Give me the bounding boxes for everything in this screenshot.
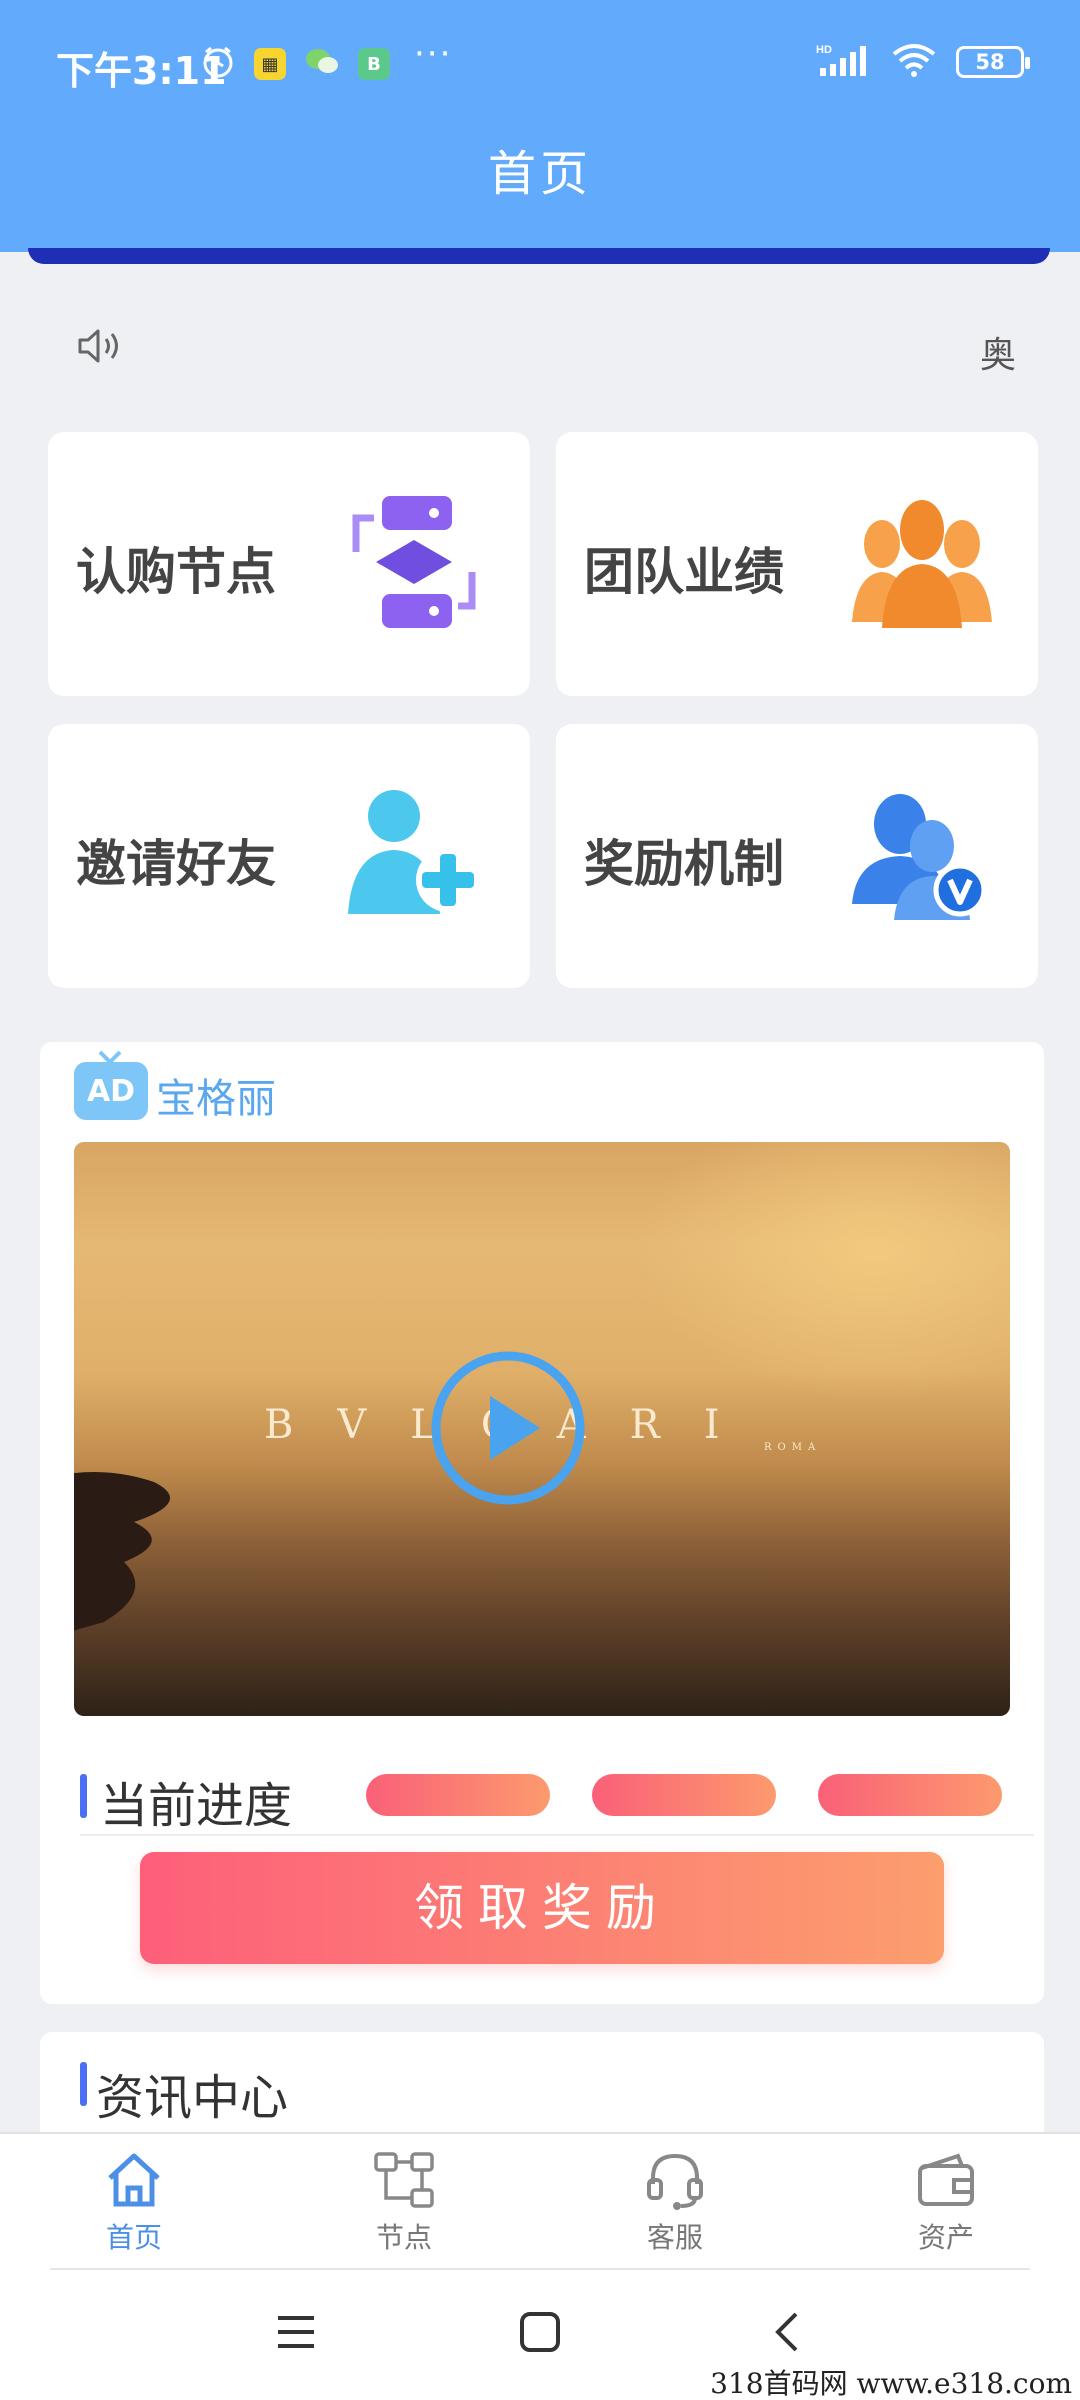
- subscribe-node-icon: [334, 482, 494, 642]
- team-performance-icon: [842, 482, 1002, 642]
- progress-label: 当前进度: [100, 1778, 293, 1834]
- divider: [80, 1834, 1034, 1836]
- app-b-icon: B: [358, 48, 390, 80]
- wifi-icon: [890, 42, 938, 82]
- reward-mechanism-icon: [842, 774, 1002, 934]
- status-right: HD 58: [816, 42, 1030, 82]
- home-icon: [108, 2153, 160, 2207]
- section-accent-bar: [80, 1774, 87, 1818]
- ad-card: AD 宝格丽 BVLGARI ROMA 当前进度 领取奖励: [40, 1042, 1044, 2004]
- news-center-card[interactable]: 资讯中心: [40, 2032, 1044, 2136]
- progress-step-3: [818, 1774, 1002, 1816]
- news-title: 资讯中心: [96, 2070, 289, 2126]
- alarm-icon: [200, 44, 236, 84]
- invite-friend-icon: [334, 774, 494, 934]
- claim-reward-button[interactable]: 领取奖励: [140, 1852, 944, 1964]
- watermark: 318首码网 www.e318.com: [710, 2367, 1072, 2400]
- svg-text:HD: HD: [816, 44, 832, 56]
- notice-text: 奥: [979, 335, 1016, 376]
- menu-label: 认购节点: [76, 543, 276, 601]
- video-rock-silhouette: [74, 1472, 170, 1631]
- wechat-icon: [304, 46, 340, 82]
- tab-label: 客服: [646, 2221, 703, 2254]
- speaker-icon: [76, 326, 126, 370]
- video-brand-sub: ROMA: [764, 1442, 822, 1453]
- menu-reward-mechanism[interactable]: 奖励机制: [556, 724, 1038, 988]
- bottom-tab-bar: 首页 节点 客服 资产: [0, 2132, 1080, 2270]
- menu-label: 邀请好友: [76, 835, 276, 893]
- more-notifications-icon: ···: [414, 34, 453, 74]
- node-icon: [374, 2152, 434, 2208]
- home-square-icon[interactable]: [518, 2310, 562, 2358]
- tab-label: 资产: [917, 2221, 974, 2254]
- video-glow: [634, 1142, 1010, 1402]
- menu-label: 奖励机制: [584, 835, 784, 893]
- status-bar: 下午3:11 ▦ B ··· HD 58: [0, 0, 1080, 124]
- progress-step-1: [366, 1774, 550, 1816]
- tab-home[interactable]: 首页: [64, 2148, 204, 2260]
- play-icon[interactable]: [428, 1348, 588, 1508]
- battery-indicator: 58: [956, 46, 1030, 78]
- menu-subscribe-node[interactable]: 认购节点: [48, 432, 530, 696]
- menu-label: 团队业绩: [584, 543, 784, 601]
- ad-video[interactable]: BVLGARI ROMA: [74, 1142, 1010, 1716]
- wallet-icon: [918, 2153, 974, 2206]
- banner-edge[interactable]: [28, 248, 1050, 264]
- progress-row: 当前进度: [80, 1764, 1040, 1834]
- tab-node[interactable]: 节点: [334, 2148, 474, 2260]
- tab-assets[interactable]: 资产: [876, 2148, 1016, 2260]
- tab-label: 首页: [105, 2221, 162, 2254]
- ad-title: 宝格丽: [156, 1076, 276, 1122]
- page-title: 首页: [487, 146, 592, 202]
- menu-invite-friend[interactable]: 邀请好友: [48, 724, 530, 988]
- notice-bar[interactable]: 奥: [76, 322, 1016, 376]
- section-accent-bar: [80, 2062, 87, 2106]
- tab-customer-service[interactable]: 客服: [605, 2148, 745, 2260]
- headset-icon: [647, 2153, 703, 2210]
- app-header: 下午3:11 ▦ B ··· HD 58 首页: [0, 0, 1080, 252]
- menu-team-performance[interactable]: 团队业绩: [556, 432, 1038, 696]
- ad-badge-icon: AD: [74, 1050, 148, 1122]
- menu-icon[interactable]: [274, 2310, 318, 2358]
- app-notification-icon: ▦: [254, 48, 286, 80]
- signal-icon: HD: [816, 42, 872, 82]
- back-icon[interactable]: [766, 2310, 810, 2358]
- status-notification-icons: ▦ B: [200, 44, 390, 84]
- tab-label: 节点: [375, 2221, 432, 2254]
- progress-step-2: [592, 1774, 776, 1816]
